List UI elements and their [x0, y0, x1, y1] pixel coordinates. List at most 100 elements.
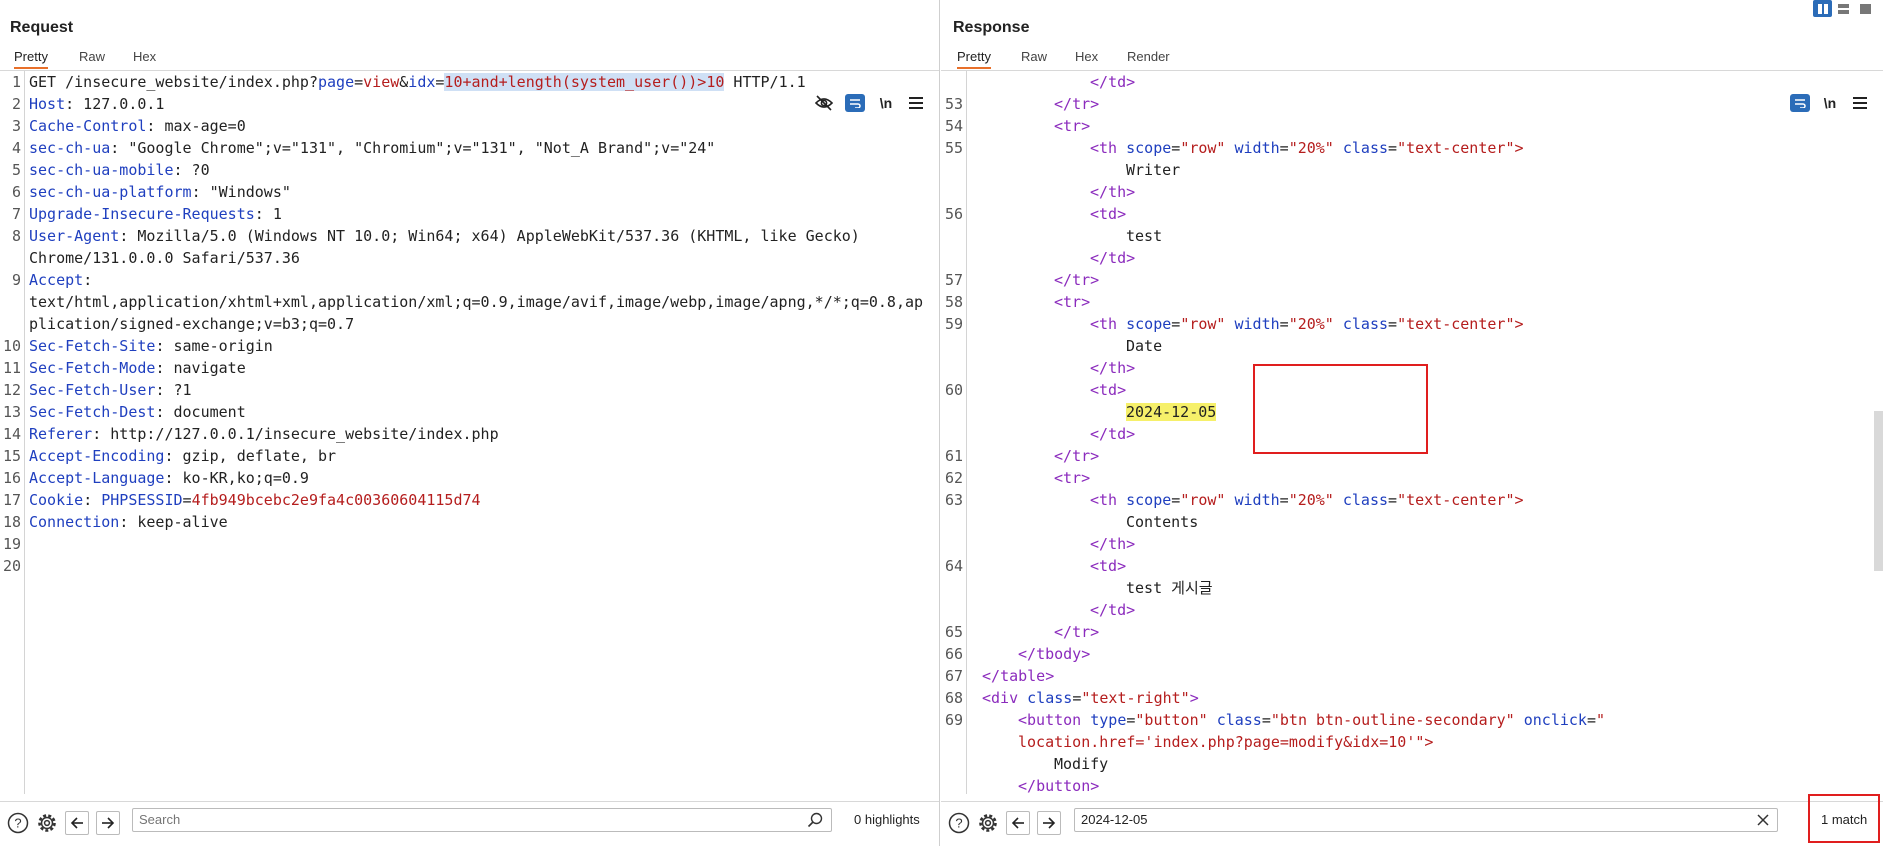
code-token: : 1 — [254, 205, 282, 223]
code-line: Connection: keep-alive — [29, 511, 228, 533]
line-number: 1 — [11, 73, 21, 91]
code-token: sec-ch-ua — [29, 139, 111, 157]
code-token: </ — [982, 667, 1001, 685]
code-token: > — [1117, 381, 1127, 399]
line-number: 4 — [11, 139, 21, 157]
code-line: <div class="text-right"> — [982, 687, 1199, 709]
annotation-box-date — [1253, 364, 1428, 454]
layout-stacked-icon[interactable] — [1834, 0, 1853, 17]
code-token: Accept-Language — [29, 469, 165, 487]
code-token: td — [1108, 601, 1127, 619]
gear-icon[interactable] — [976, 811, 1000, 835]
code-token: th — [1108, 183, 1127, 201]
match-count: 1 match — [1821, 812, 1868, 827]
tab-raw[interactable]: Raw — [1021, 47, 1047, 69]
code-token: scope — [1126, 139, 1172, 157]
tab-hex[interactable]: Hex — [133, 47, 156, 69]
code-token: : Mozilla/5.0 (Windows NT 10.0; Win64; x… — [119, 227, 860, 245]
code-token: > — [1081, 645, 1091, 663]
code-line: Chrome/131.0.0.0 Safari/537.36 — [29, 247, 300, 269]
code-token: "row" — [1180, 491, 1226, 509]
tab-render[interactable]: Render — [1127, 47, 1170, 69]
arrow-right-icon[interactable] — [96, 811, 120, 835]
help-icon[interactable]: ? — [6, 811, 30, 835]
code-token: tr — [1072, 95, 1091, 113]
code-token: Date — [1126, 337, 1163, 355]
layout-toggle — [1813, 0, 1875, 17]
code-token: td — [1108, 73, 1127, 91]
line-number: 58 — [944, 293, 963, 311]
line-number: 3 — [11, 117, 21, 135]
code-token: 4fb949bcebc2e9fa4c00360604115d74 — [191, 491, 481, 509]
line-number: 5 — [11, 161, 21, 179]
tab-pretty[interactable]: Pretty — [957, 47, 991, 69]
line-number: 64 — [944, 557, 963, 575]
response-scrollbar-thumb[interactable] — [1874, 411, 1883, 571]
code-token: : — [83, 491, 102, 509]
code-token: GET /insecure_website/index.php? — [29, 73, 318, 91]
line-number: 19 — [2, 535, 21, 553]
code-line: User-Agent: Mozilla/5.0 (Windows NT 10.0… — [29, 225, 860, 247]
code-line: </tbody> — [1018, 643, 1090, 665]
code-token: = — [1171, 491, 1181, 509]
request-editor[interactable]: 1 GET /insecure_website/index.php?page=vi… — [0, 71, 939, 794]
tab-pretty[interactable]: Pretty — [14, 47, 48, 69]
code-token: "text-center — [1397, 491, 1506, 509]
tab-hex[interactable]: Hex — [1075, 47, 1098, 69]
code-token: tbody — [1036, 645, 1082, 663]
code-token: scope — [1126, 491, 1172, 509]
code-token: > — [1090, 271, 1100, 289]
code-token: "> — [1415, 733, 1434, 751]
code-token: sec-ch-ua-platform — [29, 183, 192, 201]
code-token: < — [1090, 381, 1100, 399]
code-line: <th scope="row" width="20%" class="text-… — [1090, 313, 1524, 335]
arrow-left-icon[interactable] — [65, 811, 89, 835]
code-token: : navigate — [155, 359, 246, 377]
help-icon[interactable]: ? — [947, 811, 971, 835]
gear-icon[interactable] — [35, 811, 59, 835]
line-number: 53 — [944, 95, 963, 113]
response-search-input[interactable] — [1081, 812, 1713, 827]
code-line: </tr> — [1054, 445, 1099, 467]
code-token: </ — [1090, 249, 1109, 267]
code-token: Sec-Fetch-Site — [29, 337, 156, 355]
line-number: 15 — [2, 447, 21, 465]
code-line: test — [1126, 225, 1162, 247]
tab-raw[interactable]: Raw — [79, 47, 105, 69]
layout-tabbed-icon[interactable] — [1856, 0, 1875, 17]
arrow-left-icon[interactable] — [1006, 811, 1030, 835]
request-tabs: Pretty Raw Hex \n — [0, 47, 939, 112]
code-token: : ?1 — [155, 381, 192, 399]
code-token: > — [1126, 425, 1136, 443]
code-line: Sec-Fetch-User: ?1 — [29, 379, 192, 401]
code-token: < — [1090, 557, 1100, 575]
layout-side-by-side-icon[interactable] — [1813, 0, 1833, 17]
code-token: Chrome/131.0.0.0 Safari/537.36 — [29, 249, 300, 267]
code-token: "text-center — [1397, 315, 1506, 333]
close-icon[interactable] — [1756, 813, 1770, 832]
code-line: </th> — [1090, 357, 1135, 379]
code-line: Sec-Fetch-Site: same-origin — [29, 335, 273, 357]
code-token: = — [354, 73, 364, 91]
code-token: PHPSESSID — [101, 491, 183, 509]
code-line: <td> — [1090, 379, 1126, 401]
arrow-right-icon[interactable] — [1037, 811, 1061, 835]
code-token: "text-center — [1397, 139, 1506, 157]
code-token: = — [1261, 711, 1271, 729]
request-search-input[interactable] — [139, 812, 768, 827]
code-token: HTTP/1.1 — [724, 73, 806, 91]
response-tabs: Pretty Raw Hex Render \n — [941, 47, 1883, 112]
magnifier-icon[interactable] — [807, 812, 823, 833]
code-token: 2024-12-05 — [1126, 403, 1217, 421]
code-token: width — [1234, 139, 1280, 157]
code-token: idx — [408, 73, 436, 91]
code-token: > — [1045, 667, 1055, 685]
code-token: plication/signed-exchange;v=b3;q=0.7 — [29, 315, 355, 333]
code-token: : ko-KR,ko;q=0.9 — [164, 469, 309, 487]
code-token: class — [1027, 689, 1073, 707]
